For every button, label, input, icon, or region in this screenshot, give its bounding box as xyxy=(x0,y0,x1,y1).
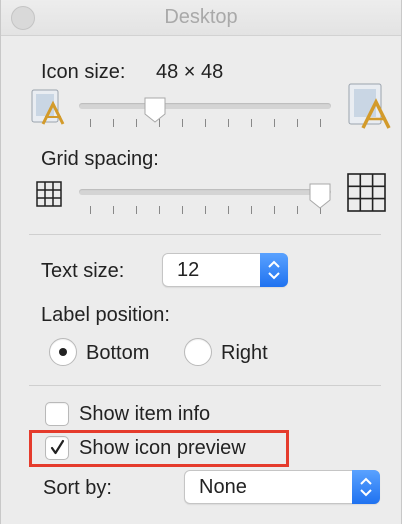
radio-bottom-label[interactable]: Bottom xyxy=(86,342,149,365)
text-size-value: 12 xyxy=(177,259,200,281)
text-size-popup[interactable]: 12 xyxy=(162,253,288,287)
sort-by-popup[interactable]: None xyxy=(184,470,380,504)
radio-bottom[interactable] xyxy=(49,338,77,366)
title-bar: Desktop xyxy=(1,0,401,36)
show-item-info-label[interactable]: Show item info xyxy=(79,403,210,426)
chevron-updown-icon xyxy=(352,470,380,504)
icon-size-slider-track[interactable] xyxy=(79,103,331,109)
radio-selected-dot xyxy=(59,348,67,356)
chevron-updown-icon xyxy=(260,253,288,287)
app-large-icon xyxy=(348,83,391,129)
annotation-highlight-box xyxy=(29,430,289,467)
icon-size-slider-ticks xyxy=(90,119,321,127)
window-title: Desktop xyxy=(164,6,238,28)
icon-size-value: 48 × 48 xyxy=(156,61,224,83)
radio-right-label[interactable]: Right xyxy=(221,342,268,365)
radio-right[interactable] xyxy=(184,338,212,366)
app-small-icon xyxy=(31,89,65,125)
grid-spacing-slider-ticks xyxy=(90,206,321,214)
divider xyxy=(29,234,381,235)
sort-by-value: None xyxy=(199,476,247,498)
grid-large-icon xyxy=(347,173,386,212)
sort-by-label: Sort by: xyxy=(43,477,112,499)
grid-spacing-slider-track[interactable] xyxy=(79,189,331,195)
grid-spacing-label: Grid spacing: xyxy=(41,148,159,170)
icon-size-slider-thumb[interactable] xyxy=(143,96,167,124)
text-size-label: Text size: xyxy=(41,260,125,282)
show-item-info-checkbox[interactable] xyxy=(45,402,69,426)
grid-spacing-slider-thumb[interactable] xyxy=(308,182,332,210)
desktop-view-options-window: Desktop Icon size: 48 × 48 Grid spacing: xyxy=(0,0,402,524)
grid-small-icon xyxy=(36,181,62,207)
label-position-label: Label position: xyxy=(41,304,170,326)
divider xyxy=(29,385,381,386)
icon-size-label: Icon size: xyxy=(41,61,126,83)
